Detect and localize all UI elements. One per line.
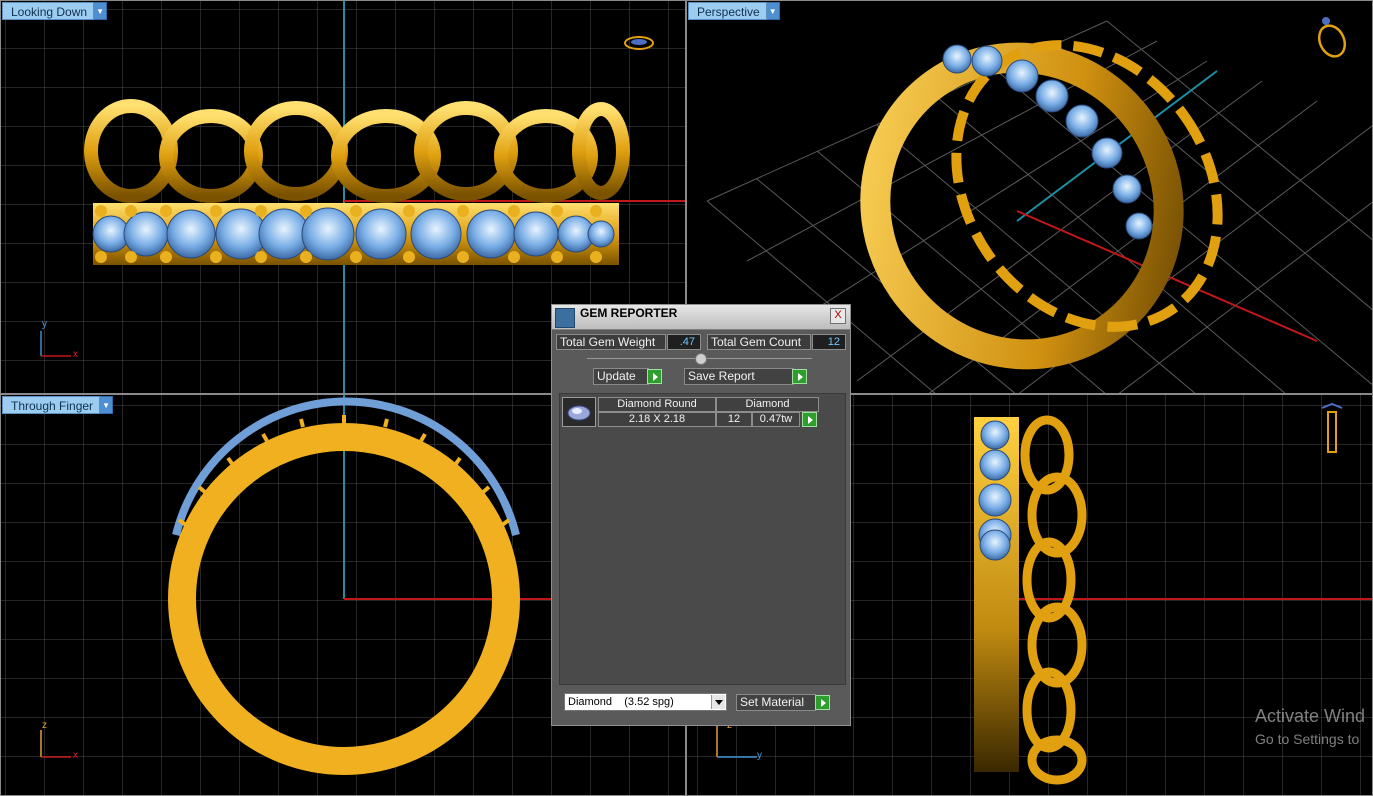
- update-go-icon[interactable]: [647, 369, 662, 384]
- set-material-button[interactable]: Set Material: [736, 694, 816, 711]
- gem-reporter-titlebar[interactable]: GEM REPORTER X: [552, 305, 850, 330]
- diamond-thumbnail-icon: [562, 397, 596, 427]
- total-gem-weight-label: Total Gem Weight: [556, 334, 666, 350]
- viewport-menu-arrow-icon[interactable]: ▼: [100, 396, 114, 414]
- viewport-label-looking-down[interactable]: Looking Down ▼: [2, 2, 108, 20]
- save-report-go-icon[interactable]: [792, 369, 807, 384]
- axis-label-x: x: [73, 750, 78, 761]
- viewport-label-through-finger[interactable]: Through Finger ▼: [2, 396, 114, 414]
- axis-label-y: y: [757, 750, 762, 761]
- axis-label-x: x: [73, 349, 78, 360]
- axis-label-z: z: [42, 720, 47, 731]
- axis-label-y: y: [42, 319, 47, 330]
- close-button[interactable]: X: [830, 308, 846, 324]
- gem-count-cell: 12: [716, 412, 752, 427]
- divider-knob-icon[interactable]: [695, 353, 707, 365]
- gem-reporter-window[interactable]: GEM REPORTER X Total Gem Weight .47 Tota…: [551, 304, 851, 726]
- viewport-label-text: Looking Down: [2, 2, 95, 20]
- material-select[interactable]: Diamond (3.52 spg): [564, 693, 727, 711]
- activation-watermark-title: Activate Wind: [1255, 706, 1366, 726]
- view-ring-icon: [1317, 17, 1347, 58]
- material-select-value: Diamond (3.52 spg): [568, 696, 674, 708]
- viewport-menu-arrow-icon[interactable]: ▼: [766, 2, 780, 20]
- gem-list-panel[interactable]: Diamond Round Diamond 2.18 X 2.18 12 0.4…: [559, 393, 846, 685]
- activation-watermark-subtitle: Go to Settings to: [1255, 731, 1360, 747]
- gem-weight-cell: 0.47tw: [752, 412, 800, 427]
- gem-material-cell: Diamond: [716, 397, 819, 412]
- gem-size-cell: 2.18 X 2.18: [598, 412, 716, 427]
- set-material-go-icon[interactable]: [815, 695, 830, 710]
- save-report-button[interactable]: Save Report: [684, 368, 794, 385]
- total-gem-weight-value: .47: [667, 334, 701, 350]
- gem-shape-cell: Diamond Round: [598, 397, 716, 412]
- viewport-label-perspective[interactable]: Perspective ▼: [688, 2, 780, 20]
- viewport-menu-arrow-icon[interactable]: ▼: [94, 2, 108, 20]
- update-button[interactable]: Update: [593, 368, 649, 385]
- gem-row-go-icon[interactable]: [802, 412, 817, 427]
- viewport-label-text: Perspective: [688, 2, 767, 20]
- total-gem-count-label: Total Gem Count: [707, 334, 811, 350]
- viewport-label-text: Through Finger: [2, 396, 101, 414]
- gem-reporter-title: GEM REPORTER: [580, 306, 678, 320]
- gem-reporter-app-icon: [555, 308, 575, 328]
- total-gem-count-value: 12: [812, 334, 846, 350]
- chevron-down-icon[interactable]: [711, 695, 725, 709]
